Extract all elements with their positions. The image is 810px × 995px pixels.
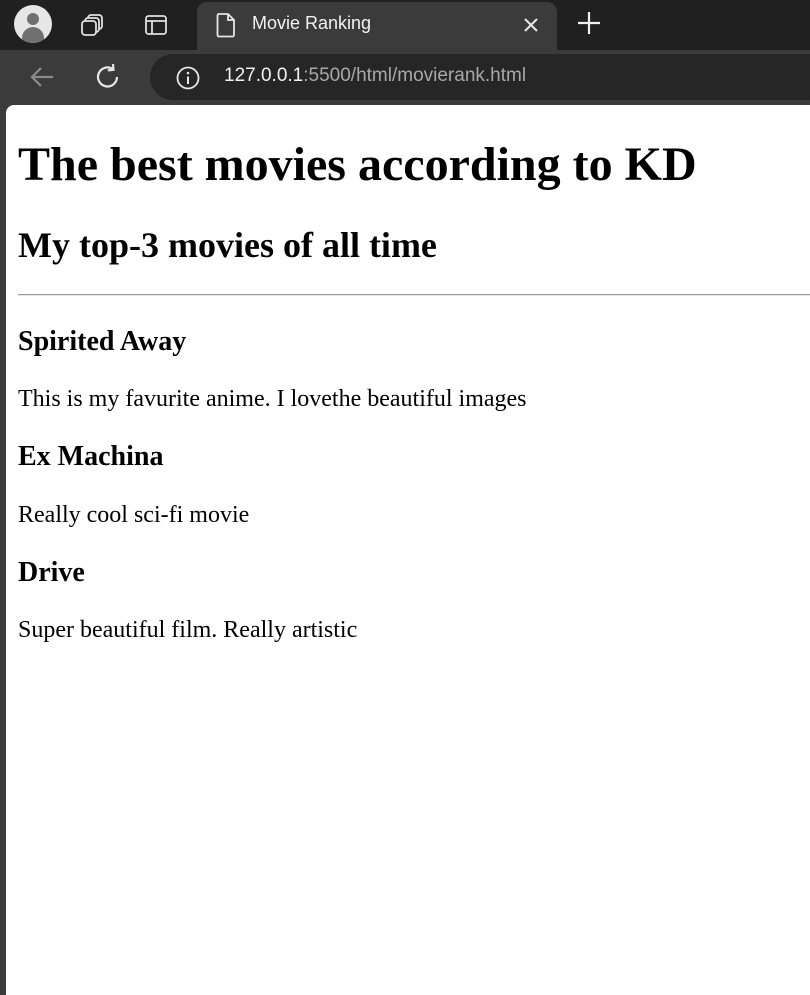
- reload-button[interactable]: [91, 60, 125, 94]
- browser-toolbar: 127.0.0.1:5500/html/movierank.html: [0, 50, 810, 105]
- movie-description: This is my favurite anime. I lovethe bea…: [18, 386, 527, 412]
- workspaces-icon[interactable]: [78, 10, 108, 40]
- close-tab-icon[interactable]: [519, 13, 543, 42]
- movie-description: Super beautiful film. Really artistic: [18, 617, 358, 643]
- tab-actions-icon[interactable]: [141, 10, 171, 40]
- new-tab-button[interactable]: [574, 8, 604, 43]
- profile-shoulders-shape: [22, 27, 44, 43]
- address-bar[interactable]: 127.0.0.1:5500/html/movierank.html: [150, 54, 810, 100]
- browser-tab-strip: Movie Ranking: [0, 0, 810, 52]
- url-path: :5500/html/movierank.html: [303, 65, 527, 86]
- page-heading: The best movies according to KD: [18, 138, 697, 191]
- profile-avatar[interactable]: [14, 5, 52, 43]
- page-content: The best movies according to KD My top-3…: [6, 105, 810, 995]
- url-text: 127.0.0.1:5500/html/movierank.html: [224, 65, 526, 87]
- movie-title: Spirited Away: [18, 326, 187, 357]
- plus-icon: [578, 12, 600, 34]
- profile-head-shape: [27, 13, 39, 25]
- movie-title: Drive: [18, 557, 85, 588]
- tab-title: Movie Ranking: [252, 13, 372, 33]
- reload-icon: [96, 63, 119, 88]
- active-tab[interactable]: Movie Ranking: [197, 2, 557, 52]
- back-button[interactable]: [25, 60, 59, 94]
- back-arrow-icon: [30, 67, 53, 87]
- movie-description: Really cool sci-fi movie: [18, 502, 250, 528]
- movie-title: Ex Machina: [18, 441, 164, 472]
- page-document-icon: [215, 12, 237, 43]
- site-info-icon[interactable]: [175, 65, 201, 96]
- divider: [18, 294, 810, 296]
- page-subheading: My top-3 movies of all time: [18, 225, 437, 265]
- url-host: 127.0.0.1: [224, 65, 304, 86]
